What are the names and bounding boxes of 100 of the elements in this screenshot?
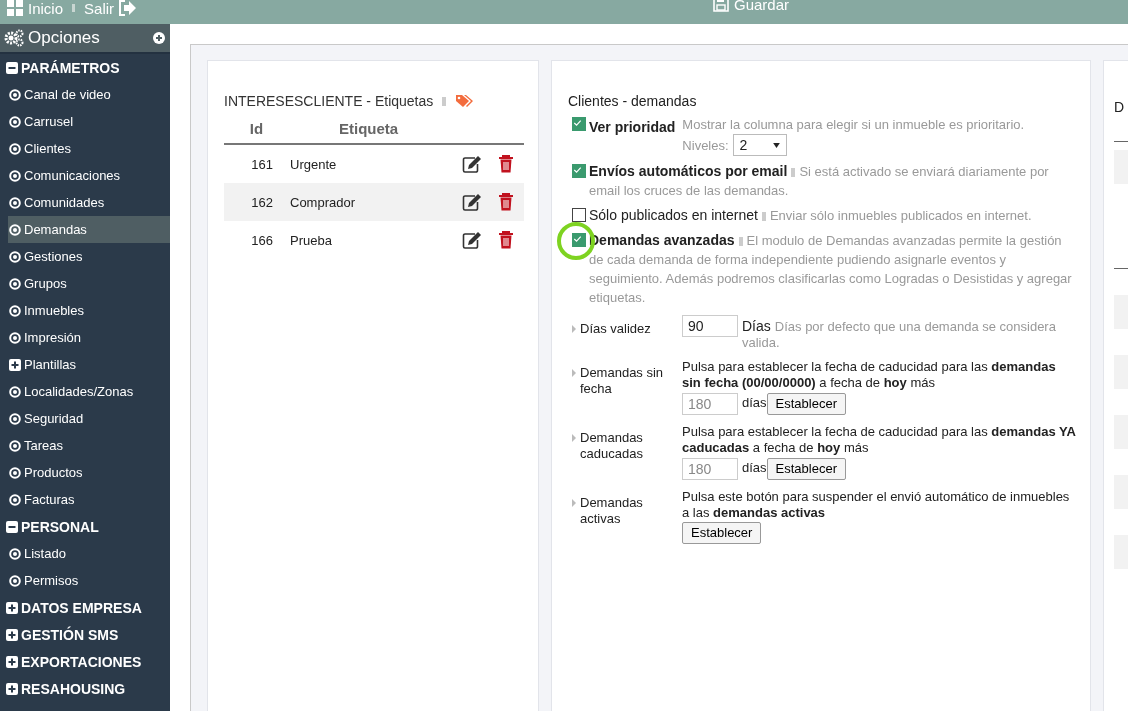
option-text: Sólo publicados en internet Enviar sólo inmuebles publicados en internet. [589, 206, 1033, 225]
circle-dot-icon [9, 439, 21, 452]
trash-icon[interactable] [496, 193, 516, 211]
table-cell: Urgente [289, 144, 428, 183]
sidebar-item[interactable]: Impresión [0, 324, 170, 351]
separator-mark [72, 4, 76, 12]
sidebar-title: Opciones [28, 28, 101, 48]
plus-box-icon [6, 682, 18, 695]
sidebar-item[interactable]: Permisos [0, 567, 170, 594]
levels-select[interactable]: 2 [732, 134, 787, 156]
days-input[interactable]: 90 [682, 315, 738, 337]
circle-dot-icon [9, 547, 21, 560]
gears-icon [4, 29, 24, 47]
triangle-icon [572, 434, 576, 442]
sidebar-item[interactable]: Comunidades [0, 189, 170, 216]
circle-dot-icon [9, 493, 21, 506]
edit-icon[interactable] [462, 193, 482, 211]
param-label: Demandas caducadas [580, 430, 644, 462]
table-cell: Comprador [289, 183, 428, 221]
sidebar-item[interactable]: Productos [0, 459, 170, 486]
circle-dot-icon [9, 115, 21, 128]
sidebar-item[interactable]: Tareas [0, 432, 170, 459]
set-button[interactable]: Establecer [766, 393, 846, 415]
triangle-icon [572, 369, 576, 377]
sidebar-section[interactable]: RESAHOUSING [0, 675, 170, 702]
days-input[interactable]: 180 [682, 393, 738, 415]
minus-box-icon [6, 61, 18, 74]
plus-box-icon [6, 601, 18, 614]
sidebar-item[interactable]: Comunicaciones [0, 162, 170, 189]
option-label: Ver prioridad [589, 118, 676, 137]
sidebar-item[interactable]: Clientes [0, 135, 170, 162]
circle-dot-icon [9, 277, 21, 290]
plus-box-icon [6, 655, 18, 668]
circle-dot-icon [9, 223, 21, 236]
sidebar-item[interactable]: Gestiones [0, 243, 170, 270]
param-description: Pulsa este botón para suspender el envió automático de inmuebles a las demandas activas [682, 489, 1071, 521]
circle-dot-icon [9, 142, 21, 155]
tags-icon [455, 94, 474, 108]
option-text: Envíos automáticos por email Si está activado se enviará diariamente por email los cruces de las demandas. [589, 162, 1050, 200]
minus-box-icon [6, 520, 18, 533]
sidebar-section[interactable]: PARÁMETROS [0, 54, 170, 81]
set-button[interactable]: Establecer [766, 458, 846, 480]
circle-dot-icon [9, 385, 21, 398]
checkbox[interactable] [572, 208, 586, 222]
edit-icon[interactable] [462, 231, 482, 249]
table-cell: 162 [224, 183, 289, 221]
set-button[interactable]: Establecer [682, 522, 762, 544]
circle-dot-icon [9, 466, 21, 479]
sidebar-section[interactable]: GESTIÓN SMS [0, 621, 170, 648]
checkbox[interactable] [572, 117, 586, 131]
param-label: Demandas activas [580, 495, 644, 527]
panel-title: D [1114, 99, 1126, 115]
trash-icon[interactable] [496, 155, 516, 173]
check-icon [572, 233, 583, 244]
table-cell: Prueba [289, 221, 428, 259]
circle-dot-icon [9, 250, 21, 263]
sidebar-item[interactable]: Grupos [0, 270, 170, 297]
sidebar-item[interactable]: Seguridad [0, 405, 170, 432]
sidebar-item[interactable]: Plantillas [0, 351, 170, 378]
triangle-icon [572, 325, 576, 333]
sidebar-section[interactable]: DATOS EMPRESA [0, 594, 170, 621]
sidebar-section[interactable]: EXPORTACIONES [0, 648, 170, 675]
option-description: Mostrar la columna para elegir si un inmueble es prioritario. [682, 116, 1025, 134]
edit-icon[interactable] [462, 155, 482, 173]
add-icon[interactable] [153, 32, 165, 44]
unit-label: días [742, 459, 767, 475]
separator-mark [442, 96, 447, 106]
circle-dot-icon [9, 331, 21, 344]
circle-dot-icon [9, 304, 21, 317]
circle-dot-icon [9, 88, 21, 101]
param-label: Demandas sin fecha [580, 365, 665, 397]
column-header: Etiqueta [289, 113, 428, 144]
table-cell: 166 [224, 221, 289, 259]
param-description: Días Días por defecto que una demanda se considera valida. [742, 317, 1057, 351]
sidebar-item[interactable]: Carrusel [0, 108, 170, 135]
table-cell: 161 [224, 144, 289, 183]
days-input[interactable]: 180 [682, 458, 738, 480]
sidebar-item[interactable]: Listado [0, 540, 170, 567]
trash-icon[interactable] [496, 231, 516, 249]
panel-title: Clientes - demandas [568, 93, 698, 109]
param-label: Días validez [580, 321, 651, 337]
checkbox[interactable] [572, 164, 586, 178]
sidebar-item[interactable]: Inmuebles [0, 297, 170, 324]
plus-box-icon [6, 628, 18, 641]
sidebar-item[interactable]: Localidades/Zonas [0, 378, 170, 405]
unit-label: días [742, 394, 767, 410]
circle-dot-icon [9, 412, 21, 425]
caret-icon [772, 142, 780, 148]
check-icon [572, 117, 583, 128]
levels-label: Niveles: [682, 136, 729, 155]
sidebar-item[interactable]: Canal de video [0, 81, 170, 108]
exit-icon [118, 0, 137, 16]
sidebar-section[interactable]: PERSONAL [0, 513, 170, 540]
checkbox[interactable] [572, 233, 586, 247]
circle-dot-icon [9, 574, 21, 587]
triangle-icon [572, 499, 576, 507]
plus-box-icon [9, 358, 21, 371]
sidebar-item[interactable]: Facturas [0, 486, 170, 513]
sidebar-item[interactable]: Demandas [8, 216, 170, 243]
circle-dot-icon [9, 196, 21, 209]
